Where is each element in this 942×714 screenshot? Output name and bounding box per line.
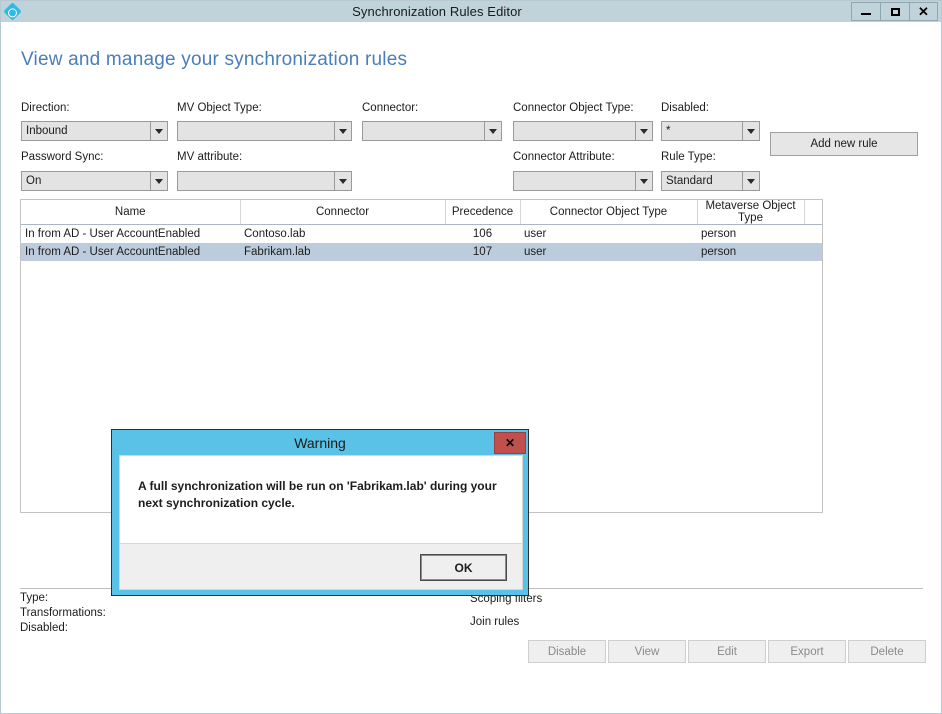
cell-precedence: 106 [472, 227, 493, 240]
ok-button[interactable]: OK [420, 554, 507, 581]
chevron-down-icon[interactable] [334, 122, 351, 140]
window-title: Synchronization Rules Editor [352, 4, 522, 19]
cell-connector: Fabrikam.lab [240, 242, 445, 261]
column-header-spacer [804, 200, 822, 225]
column-header-precedence[interactable]: Precedence [445, 200, 521, 225]
edit-button[interactable]: Edit [688, 640, 766, 663]
warning-dialog-message: A full synchronization will be run on 'F… [138, 479, 497, 510]
label-connector: Connector: [362, 102, 419, 114]
detail-label-type: Type: [20, 592, 49, 604]
join-rules-link[interactable]: Join rules [470, 611, 542, 634]
detail-label-transformations: Transformations: [20, 607, 106, 619]
label-password-sync: Password Sync: [21, 151, 104, 163]
label-mv-object-type: MV Object Type: [177, 102, 262, 114]
column-header-name[interactable]: Name [21, 200, 241, 225]
table-row[interactable]: In from AD - User AccountEnabled Fabrika… [21, 242, 822, 261]
rule-type-dropdown[interactable]: Standard [661, 171, 760, 191]
view-button[interactable]: View [608, 640, 686, 663]
disabled-value: * [666, 125, 671, 137]
add-new-rule-button[interactable]: Add new rule [770, 132, 918, 156]
cell-metaverse-object-type: person [697, 242, 804, 261]
minimize-button[interactable] [851, 2, 880, 21]
cell-spacer [804, 225, 822, 243]
warning-dialog-titlebar: Warning ✕ [112, 430, 528, 455]
column-header-metaverse-object-type[interactable]: Metaverse Object Type [697, 200, 805, 225]
column-header-connector[interactable]: Connector [240, 200, 446, 225]
action-button-bar: Disable View Edit Export Delete [528, 640, 926, 663]
cell-spacer [804, 242, 822, 261]
detail-label-disabled: Disabled: [20, 622, 68, 634]
connector-attribute-value [514, 172, 635, 190]
mv-attribute-value [178, 172, 334, 190]
label-connector-object-type: Connector Object Type: [513, 102, 634, 114]
mv-object-type-value [178, 122, 334, 140]
cell-precedence: 107 [445, 242, 520, 261]
chevron-down-icon[interactable] [150, 172, 167, 190]
table-row[interactable]: In from AD - User AccountEnabled Contoso… [21, 225, 822, 243]
close-icon: ✕ [918, 4, 929, 19]
connector-value [363, 122, 484, 140]
detail-labels-left: Type: Transformations: Disabled: [20, 591, 106, 636]
maximize-button[interactable] [880, 2, 909, 21]
disabled-dropdown[interactable]: * [661, 121, 760, 141]
delete-button[interactable]: Delete [848, 640, 926, 663]
column-header-connector-object-type[interactable]: Connector Object Type [520, 200, 698, 225]
chevron-down-icon[interactable] [635, 172, 652, 190]
chevron-down-icon[interactable] [150, 122, 167, 140]
label-rule-type: Rule Type: [661, 151, 716, 163]
cell-connector: Contoso.lab [244, 227, 306, 240]
direction-value: Inbound [26, 125, 68, 137]
warning-dialog: Warning ✕ A full synchronization will be… [111, 429, 529, 596]
mv-object-type-dropdown[interactable] [177, 121, 352, 141]
cell-connector-object-type: user [524, 227, 547, 240]
grid-header-row: Name Connector Precedence Connector Obje… [21, 200, 822, 225]
warning-dialog-close-button[interactable]: ✕ [494, 431, 526, 454]
connector-object-type-value [514, 122, 635, 140]
cell-name: In from AD - User AccountEnabled [25, 227, 201, 240]
rule-type-value: Standard [666, 175, 713, 187]
cell-name: In from AD - User AccountEnabled [21, 242, 240, 261]
window-controls: ✕ [851, 2, 938, 21]
window-titlebar: Synchronization Rules Editor ✕ [1, 1, 941, 22]
warning-dialog-body: A full synchronization will be run on 'F… [119, 455, 523, 544]
chevron-down-icon[interactable] [334, 172, 351, 190]
mv-attribute-dropdown[interactable] [177, 171, 352, 191]
export-button[interactable]: Export [768, 640, 846, 663]
connector-attribute-dropdown[interactable] [513, 171, 653, 191]
close-button[interactable]: ✕ [909, 2, 938, 21]
direction-dropdown[interactable]: Inbound [21, 121, 168, 141]
chevron-down-icon[interactable] [742, 122, 759, 140]
label-connector-attribute: Connector Attribute: [513, 151, 615, 163]
close-icon: ✕ [504, 435, 516, 450]
label-direction: Direction: [21, 102, 70, 114]
disable-button[interactable]: Disable [528, 640, 606, 663]
connector-dropdown[interactable] [362, 121, 502, 141]
cell-connector-object-type: user [520, 242, 697, 261]
warning-dialog-title: Warning [294, 434, 346, 451]
warning-dialog-footer: OK [119, 544, 523, 590]
chevron-down-icon[interactable] [635, 122, 652, 140]
connector-object-type-dropdown[interactable] [513, 121, 653, 141]
page-title: View and manage your synchronization rul… [21, 49, 408, 70]
label-disabled-filter: Disabled: [661, 102, 709, 114]
sync-rules-editor-window: Synchronization Rules Editor ✕ View and … [0, 0, 942, 714]
diamond-sync-icon [1, 1, 23, 22]
password-sync-value: On [26, 175, 42, 187]
label-mv-attribute: MV attribute: [177, 151, 243, 163]
chevron-down-icon[interactable] [484, 122, 501, 140]
cell-metaverse-object-type: person [701, 227, 737, 240]
chevron-down-icon[interactable] [742, 172, 759, 190]
password-sync-dropdown[interactable]: On [21, 171, 168, 191]
